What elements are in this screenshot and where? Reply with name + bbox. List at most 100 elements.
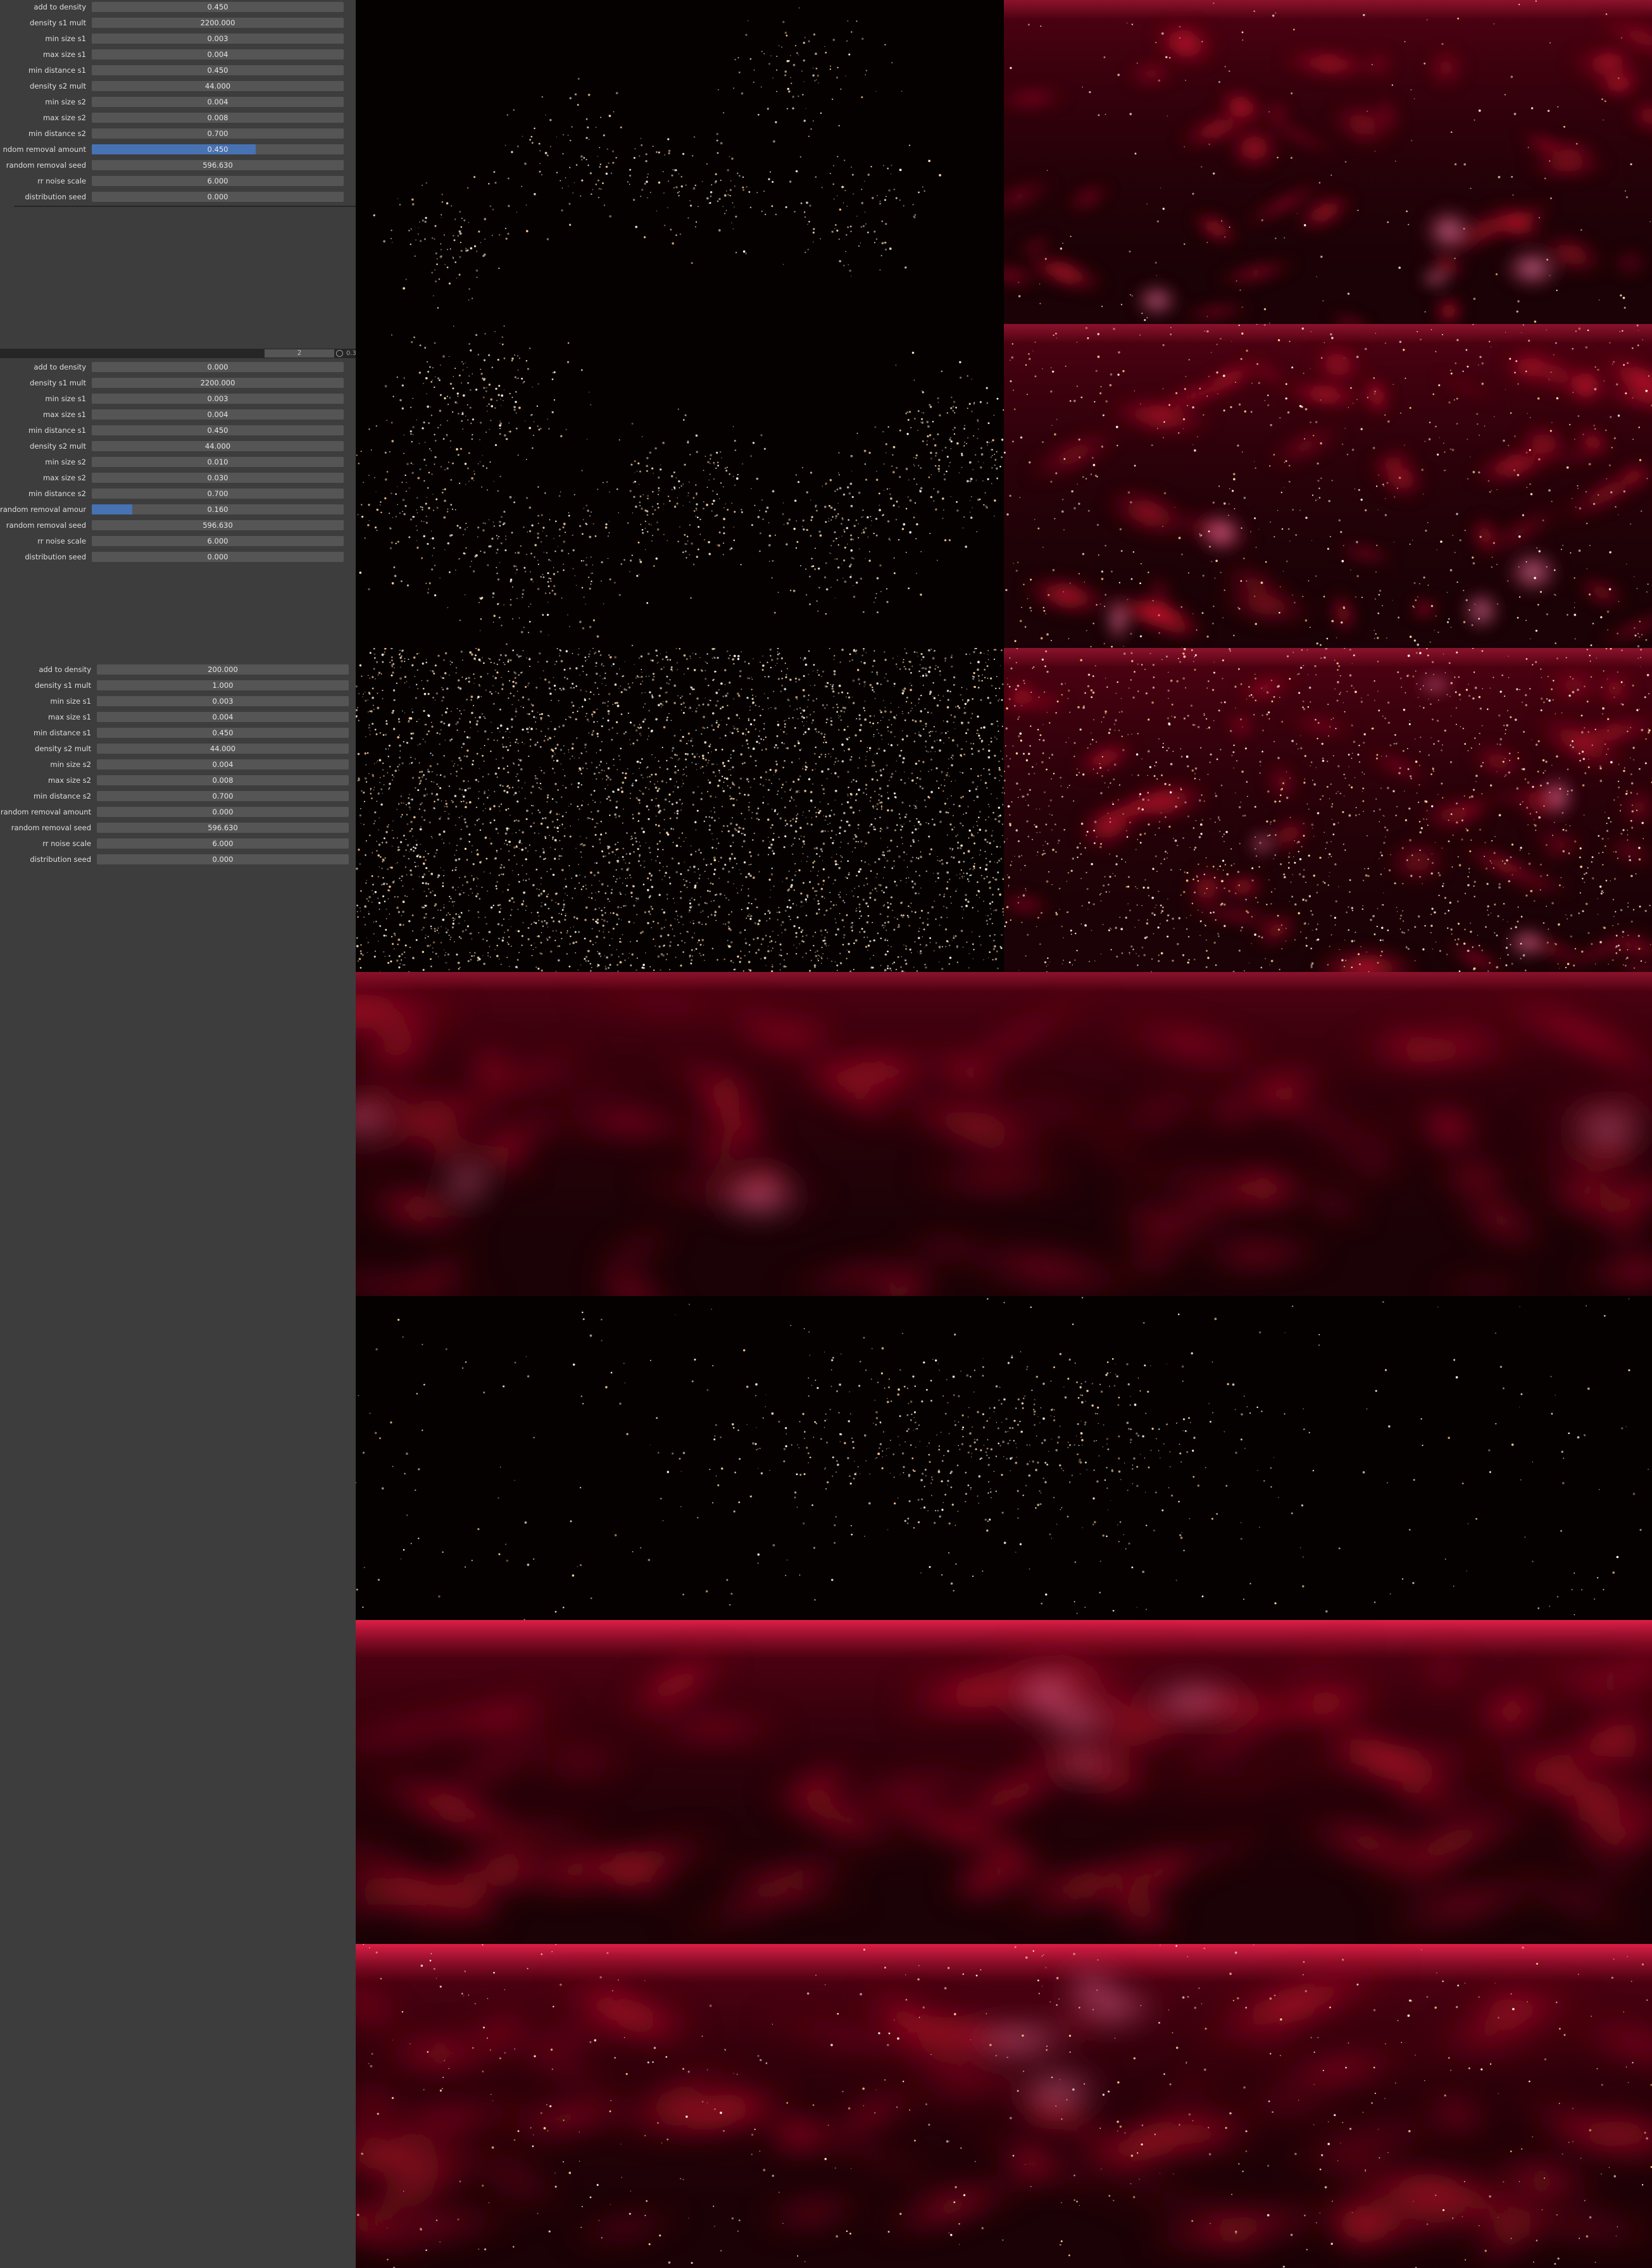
parameter-value: 6.000 [207, 537, 228, 545]
parameter-value: 596.630 [208, 823, 238, 832]
parameter-row: distribution seed 0.000 [0, 551, 356, 563]
parameter-label: max size s2 [43, 113, 86, 122]
parameter-number-field[interactable]: 0.008 [97, 775, 349, 785]
parameter-number-field[interactable]: 0.003 [92, 34, 344, 44]
parameter-row: max size s1 0.004 [0, 48, 356, 61]
parameter-value: 0.000 [207, 192, 228, 201]
parameter-label: min distance s1 [28, 426, 86, 435]
parameter-number-field[interactable]: 0.030 [92, 473, 344, 483]
parameter-row: min size s2 0.004 [0, 96, 356, 108]
parameter-number-field[interactable]: 0.450 [92, 2, 344, 12]
parameter-value: 44.000 [204, 442, 231, 451]
parameter-row: random removal seed 596.630 [0, 519, 356, 532]
parameter-row: min distance s2 0.700 [0, 487, 356, 500]
parameter-number-field[interactable]: 0.450 [92, 144, 344, 154]
parameter-row: rr noise scale 6.000 [0, 175, 356, 187]
parameter-value: 0.450 [207, 66, 228, 75]
parameter-value: 0.010 [207, 458, 228, 466]
parameter-value: 0.030 [207, 473, 228, 482]
parameter-row: rr noise scale 6.000 [0, 535, 356, 547]
parameter-row: density s1 mult 2200.000 [0, 16, 356, 29]
parameter-label: density s1 mult [35, 681, 91, 690]
parameter-number-field[interactable]: 596.630 [92, 520, 344, 530]
parameter-label: max size s1 [48, 713, 91, 721]
parameter-row: add to density 0.450 [0, 1, 356, 13]
parameter-value: 596.630 [203, 521, 233, 530]
parameter-number-field[interactable]: 0.450 [92, 425, 344, 435]
parameter-value: 0.003 [207, 394, 228, 403]
parameter-number-field[interactable]: 0.700 [97, 791, 349, 801]
parameter-number-field[interactable]: 0.003 [92, 394, 344, 404]
parameter-label: add to density [34, 363, 86, 371]
parameter-number-field[interactable]: 0.010 [92, 457, 344, 467]
parameter-number-field[interactable]: 0.004 [97, 712, 349, 722]
parameter-value: 0.160 [207, 505, 228, 514]
parameter-label: min distance s2 [33, 792, 91, 801]
parameter-number-field[interactable]: 0.700 [92, 128, 344, 139]
parameter-number-field[interactable]: 0.160 [92, 504, 344, 514]
parameter-label: min size s2 [45, 458, 86, 466]
parameter-row: min size s1 0.003 [0, 392, 356, 405]
parameter-number-field[interactable]: 6.000 [97, 838, 349, 849]
parameter-number-field[interactable]: 0.004 [92, 409, 344, 420]
render-nebula-stars-3 [1004, 648, 1652, 972]
parameter-number-field[interactable]: 596.630 [92, 160, 344, 170]
parameter-value: 200.000 [208, 665, 238, 674]
parameter-row: random removal amount 0.000 [0, 806, 356, 818]
parameter-label: rr noise scale [42, 839, 91, 848]
parameter-value: 0.700 [207, 129, 228, 138]
parameter-number-field[interactable]: 0.000 [97, 807, 349, 817]
parameter-row: density s2 mult 44.000 [0, 80, 356, 92]
parameter-value: 0.700 [212, 792, 234, 801]
node-index-value: 2 [297, 349, 302, 357]
render-canvas [1004, 0, 1652, 324]
parameter-number-field[interactable]: 6.000 [92, 536, 344, 546]
refresh-icon[interactable] [336, 350, 343, 357]
parameter-label: random removal seed [6, 161, 86, 170]
parameter-number-field[interactable]: 0.000 [92, 192, 344, 202]
parameter-value: 0.000 [212, 855, 234, 864]
parameter-label: random removal seed [11, 823, 91, 832]
parameter-value: 6.000 [207, 177, 228, 185]
parameter-number-field[interactable]: 0.450 [92, 65, 344, 75]
parameter-row: density s1 mult 2200.000 [0, 377, 356, 389]
parameter-label: max size s1 [43, 50, 86, 59]
parameter-number-field[interactable]: 0.000 [97, 854, 349, 864]
parameter-number-field[interactable]: 0.004 [92, 49, 344, 59]
parameter-number-field[interactable]: 200.000 [97, 664, 349, 675]
parameter-number-field[interactable]: 0.000 [92, 362, 344, 372]
parameter-number-field[interactable]: 0.008 [92, 113, 344, 123]
parameter-number-field[interactable]: 0.004 [97, 759, 349, 770]
parameter-label: distribution seed [25, 552, 86, 561]
parameter-number-field[interactable]: 1.000 [97, 680, 349, 690]
parameter-row: min size s1 0.003 [0, 695, 356, 707]
parameter-label: min size s1 [45, 34, 86, 43]
parameter-number-field[interactable]: 44.000 [97, 744, 349, 754]
render-nebula-stars-2 [1004, 324, 1652, 648]
parameter-label: min size s2 [45, 97, 86, 106]
parameter-row: distribution seed 0.000 [0, 853, 356, 866]
parameter-label: density s2 mult [35, 744, 91, 753]
parameter-value: 2200.000 [200, 18, 235, 27]
parameter-number-field[interactable]: 0.004 [92, 97, 344, 107]
parameter-number-field[interactable]: 0.003 [97, 696, 349, 706]
render-nebula-glow-stars [356, 1944, 1652, 2268]
render-nebula-panorama [356, 972, 1652, 1296]
parameter-value: 0.000 [212, 807, 234, 816]
parameter-number-field[interactable]: 0.700 [92, 489, 344, 499]
parameter-value: 0.004 [207, 50, 228, 59]
parameter-value: 0.004 [212, 760, 234, 769]
parameter-number-field[interactable]: 596.630 [97, 823, 349, 833]
parameter-number-field[interactable]: 0.450 [97, 728, 349, 738]
parameter-number-field[interactable]: 6.000 [92, 176, 344, 186]
parameter-number-field[interactable]: 0.000 [92, 552, 344, 562]
parameter-number-field[interactable]: 44.000 [92, 441, 344, 451]
parameter-row: min distance s1 0.450 [0, 424, 356, 437]
render-viewport [356, 0, 1652, 2268]
parameter-row: max size s1 0.004 [0, 408, 356, 421]
parameter-number-field[interactable]: 2200.000 [92, 18, 344, 28]
parameter-number-field[interactable]: 44.000 [92, 81, 344, 91]
render-canvas [1004, 648, 1652, 972]
parameter-number-field[interactable]: 2200.000 [92, 378, 344, 388]
parameter-value: 0.450 [207, 3, 228, 11]
